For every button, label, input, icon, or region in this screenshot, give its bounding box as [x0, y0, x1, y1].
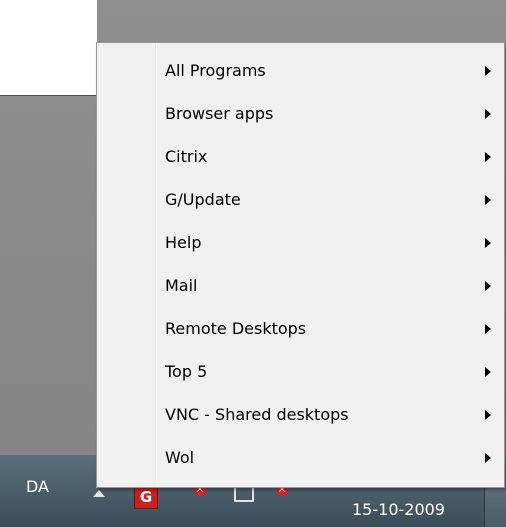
menu-item-label: Top 5: [165, 362, 208, 381]
menu-item-mail[interactable]: Mail: [99, 264, 502, 307]
submenu-arrow-icon: [485, 152, 491, 162]
context-menu: All Programs Browser apps Citrix G/Updat…: [96, 42, 505, 488]
menu-item-label: All Programs: [165, 61, 266, 80]
menu-item-browser-apps[interactable]: Browser apps: [99, 92, 502, 135]
monitor-icon[interactable]: [234, 486, 254, 502]
submenu-arrow-icon: [485, 453, 491, 463]
window-area: [0, 0, 97, 96]
menu-item-label: Browser apps: [165, 104, 274, 123]
menu-item-all-programs[interactable]: All Programs: [99, 49, 502, 92]
g-app-icon[interactable]: G: [134, 485, 158, 509]
menu-item-remote-desktops[interactable]: Remote Desktops: [99, 307, 502, 350]
menu-item-label: Remote Desktops: [165, 319, 307, 338]
show-hidden-icons-icon[interactable]: [93, 490, 105, 497]
menu-item-label: Citrix: [165, 147, 208, 166]
menu-item-label: Help: [165, 233, 202, 252]
submenu-arrow-icon: [485, 66, 491, 76]
submenu-arrow-icon: [485, 367, 491, 377]
submenu-arrow-icon: [485, 324, 491, 334]
menu-item-label: VNC - Shared desktops: [165, 405, 349, 424]
menu-item-vnc-shared-desktops[interactable]: VNC - Shared desktops: [99, 393, 502, 436]
menu-item-label: G/Update: [165, 190, 241, 209]
menu-item-citrix[interactable]: Citrix: [99, 135, 502, 178]
menu-item-g-update[interactable]: G/Update: [99, 178, 502, 221]
menu-item-label: Mail: [165, 276, 198, 295]
submenu-arrow-icon: [485, 195, 491, 205]
menu-item-wol[interactable]: Wol: [99, 436, 502, 479]
language-indicator[interactable]: DA: [26, 477, 49, 496]
submenu-arrow-icon: [485, 109, 491, 119]
submenu-arrow-icon: [485, 238, 491, 248]
menu-item-label: Wol: [165, 448, 195, 467]
menu-item-help[interactable]: Help: [99, 221, 502, 264]
submenu-arrow-icon: [485, 410, 491, 420]
clock-date[interactable]: 15-10-2009: [352, 500, 445, 519]
menu-item-top-5[interactable]: Top 5: [99, 350, 502, 393]
submenu-arrow-icon: [485, 281, 491, 291]
